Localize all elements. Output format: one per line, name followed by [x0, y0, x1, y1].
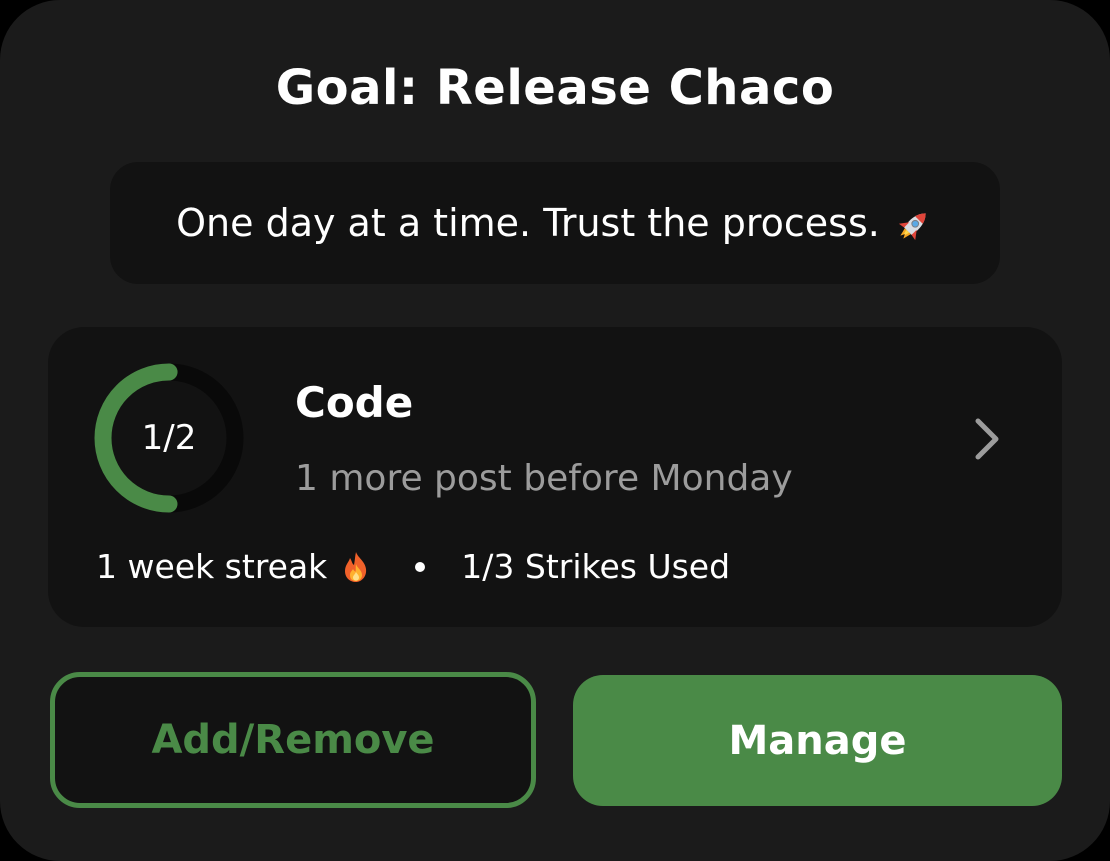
fire-icon	[345, 552, 367, 582]
habit-name: Code	[295, 378, 414, 427]
goal-title: Goal: Release Chaco	[275, 60, 835, 116]
separator-dot	[415, 562, 426, 572]
rocket-icon	[898, 212, 926, 240]
motivation-quote: One day at a time. Trust the process.	[176, 199, 934, 247]
strikes-text: 1/3 Strikes Used	[461, 547, 731, 586]
manage-button[interactable]: Manage	[573, 675, 1062, 806]
chevron-right-icon[interactable]	[968, 415, 1008, 463]
add-remove-button[interactable]: Add/Remove	[50, 672, 536, 808]
habit-subtitle: 1 more post before Monday	[295, 458, 793, 499]
streak-text: 1 week streak	[96, 547, 328, 586]
motivation-quote-text: One day at a time. Trust the process.	[176, 201, 880, 245]
motivation-quote-box: One day at a time. Trust the process.	[110, 162, 1000, 284]
habit-card-code[interactable]: 1/2 Code 1 more post before Monday 1 wee…	[48, 327, 1062, 627]
progress-count: 1/2	[141, 418, 197, 458]
habit-stats: 1 week streak 1/3 Strikes Used	[96, 543, 730, 591]
goal-card: Goal: Release Chaco One day at a time. T…	[0, 0, 1110, 861]
